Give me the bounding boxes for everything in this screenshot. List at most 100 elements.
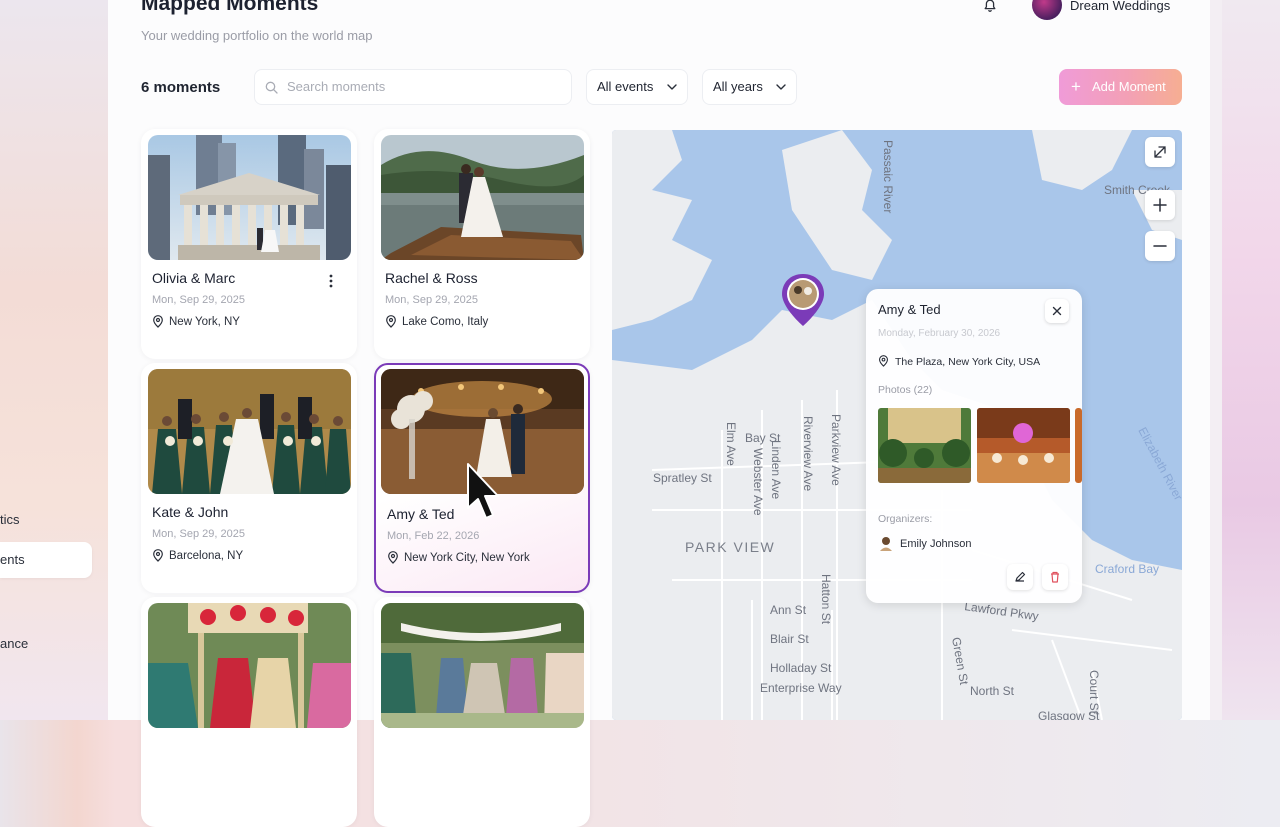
moment-card[interactable] [374, 597, 590, 827]
map-label: Enterprise Way [760, 681, 842, 695]
photo-thumbnail[interactable] [977, 408, 1070, 483]
moment-location: Barcelona, NY [152, 549, 243, 562]
background-strip [1222, 0, 1280, 720]
moment-photo [148, 603, 351, 728]
years-filter-label: All years [713, 79, 763, 94]
popup-location-text: The Plaza, New York City, USA [895, 356, 1041, 368]
events-filter-label: All events [597, 79, 654, 94]
map-label: Riverview Ave [801, 416, 815, 491]
map-label: Ann St [770, 603, 807, 617]
location-pin-icon [388, 551, 398, 564]
chevron-down-icon [667, 84, 677, 90]
minus-icon [1153, 245, 1167, 247]
popup-location: The Plaza, New York City, USA [878, 355, 1040, 368]
moment-photo [148, 135, 351, 260]
sidebar-item-analytics[interactable]: tics [0, 512, 20, 527]
moment-name: Kate & John [152, 504, 229, 520]
search-input[interactable] [285, 78, 559, 95]
close-icon [1052, 306, 1062, 316]
close-button[interactable] [1045, 299, 1069, 323]
add-moment-button[interactable]: + Add Moment [1059, 69, 1182, 105]
moment-location: New York, NY [152, 315, 240, 328]
location-pin-icon [879, 355, 888, 367]
events-filter-select[interactable]: All events [586, 69, 688, 105]
location-pin-icon [386, 315, 396, 328]
organizer-avatar [880, 537, 892, 551]
map-label: Passaic River [881, 140, 895, 213]
organizers-label: Organizers: [878, 513, 933, 525]
plus-icon [1153, 198, 1167, 212]
fullscreen-button[interactable] [1145, 137, 1175, 167]
map-label: Court St [1087, 670, 1101, 715]
add-moment-label: Add Moment [1092, 79, 1166, 94]
sidebar-item-finance[interactable]: ance [0, 636, 28, 651]
sidebar: tics ents ance [0, 0, 108, 720]
map-label: Craford Bay [1095, 562, 1159, 576]
moment-photo [381, 135, 584, 260]
trash-icon [1051, 571, 1059, 583]
popup-date: Monday, February 30, 2026 [878, 328, 1001, 339]
map-label: PARK VIEW [685, 539, 775, 555]
search-icon [265, 81, 278, 94]
organizer-name: Emily Johnson [900, 538, 972, 550]
plus-icon: + [1071, 77, 1081, 96]
moment-location-text: New York, NY [169, 316, 240, 328]
moment-date: Mon, Sep 29, 2025 [152, 528, 245, 540]
moment-photo [381, 603, 584, 728]
photo-thumbnail[interactable] [1075, 408, 1082, 483]
moment-card[interactable]: Olivia & Marc Mon, Sep 29, 2025 New York… [141, 129, 357, 359]
popup-title: Amy & Ted [878, 302, 941, 317]
expand-icon [1154, 146, 1166, 158]
sidebar-item-label: ents [0, 552, 25, 567]
map-label: Webster Ave [751, 448, 765, 516]
photo-thumbnail[interactable] [878, 408, 971, 483]
location-pin-icon [153, 549, 163, 562]
moment-location: Lake Como, Italy [385, 315, 488, 328]
page-title: Mapped Moments [141, 0, 319, 15]
pencil-icon [1015, 571, 1026, 582]
search-box[interactable] [254, 69, 572, 105]
window-edge [1210, 0, 1222, 720]
moment-date: Mon, Feb 22, 2026 [387, 530, 480, 542]
zoom-out-button[interactable] [1145, 231, 1175, 261]
chevron-down-icon [776, 84, 786, 90]
moment-name: Amy & Ted [387, 506, 455, 522]
moment-location-text: Lake Como, Italy [402, 316, 489, 328]
moment-card[interactable]: Kate & John Mon, Sep 29, 2025 Barcelona,… [141, 363, 357, 593]
map-label: Linden Ave [769, 440, 783, 499]
moment-location: New York City, New York [387, 551, 530, 564]
zoom-in-button[interactable] [1145, 190, 1175, 220]
more-options-icon[interactable] [326, 272, 336, 290]
user-name[interactable]: Dream Weddings [1070, 0, 1170, 13]
moment-popup: Amy & Ted Monday, February 30, 2026 The … [866, 289, 1082, 603]
edit-button[interactable] [1007, 564, 1033, 590]
mouse-cursor-icon [467, 463, 499, 519]
moments-count: 6 moments [141, 79, 221, 96]
map-label: Spratley St [653, 471, 712, 485]
map-label: Glasgow St [1038, 709, 1100, 720]
sidebar-item-moments[interactable]: ents [0, 542, 92, 578]
moment-name: Olivia & Marc [152, 270, 236, 286]
map-label: Blair St [770, 632, 809, 646]
bell-icon[interactable] [982, 0, 998, 14]
moment-card[interactable]: Rachel & Ross Mon, Sep 29, 2025 Lake Com… [374, 129, 590, 359]
moment-location-text: New York City, New York [404, 552, 530, 564]
years-filter-select[interactable]: All years [702, 69, 797, 105]
map-label: Holladay St [770, 661, 832, 675]
moment-photo [148, 369, 351, 494]
avatar[interactable] [1032, 0, 1062, 20]
location-pin-icon [153, 315, 163, 328]
moment-card[interactable] [141, 597, 357, 827]
map-label: Hatton St [819, 574, 833, 625]
organizer: Emily Johnson [878, 535, 972, 551]
photos-label: Photos (22) [878, 384, 933, 396]
page-subtitle: Your wedding portfolio on the world map [141, 28, 373, 43]
map-label: North St [970, 684, 1015, 698]
moment-date: Mon, Sep 29, 2025 [385, 294, 478, 306]
map-label: Elm Ave [724, 422, 738, 466]
moment-location-text: Barcelona, NY [169, 550, 244, 562]
moment-date: Mon, Sep 29, 2025 [152, 294, 245, 306]
moment-name: Rachel & Ross [385, 270, 478, 286]
main-panel: Mapped Moments Your wedding portfolio on… [108, 0, 1210, 827]
delete-button[interactable] [1042, 564, 1068, 590]
